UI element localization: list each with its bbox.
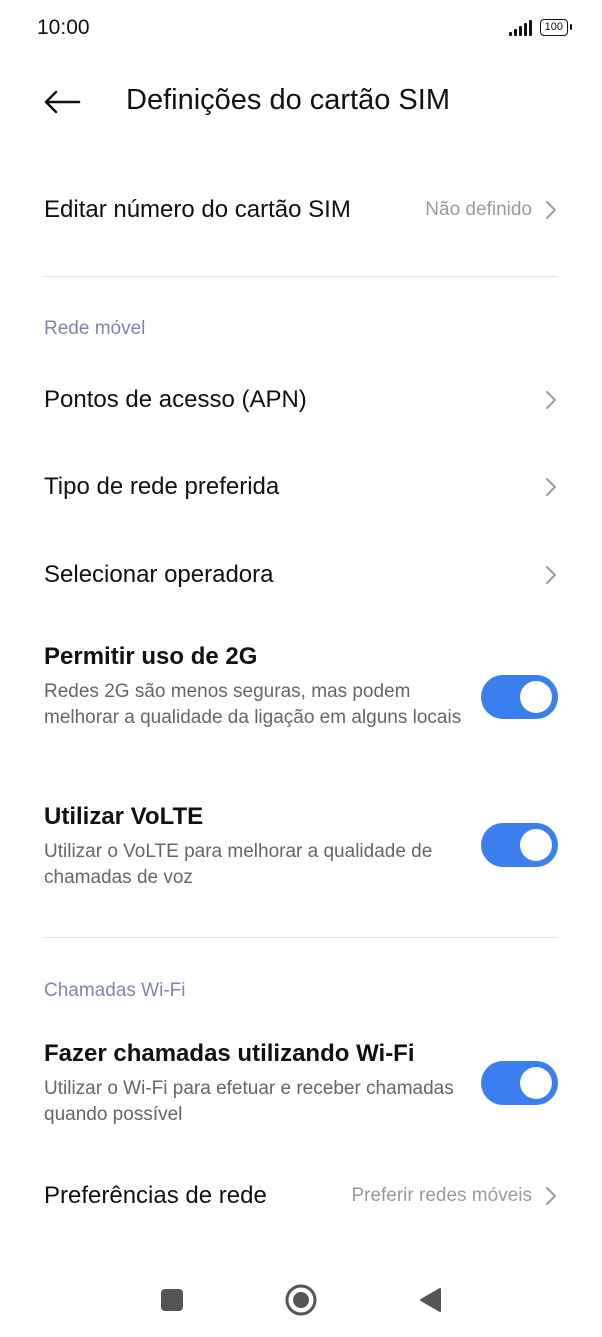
divider <box>44 276 558 277</box>
back-triangle-icon <box>420 1288 441 1312</box>
app-header: Definições do cartão SIM <box>0 70 602 136</box>
operator-chevron-wrap <box>544 564 558 586</box>
select-operator-item[interactable]: Selecionar operadora <box>44 555 558 595</box>
battery-level: 100 <box>544 21 563 33</box>
allow-2g-subtitle: Redes 2G são menos seguras, mas podem me… <box>44 681 462 728</box>
system-navigation-bar <box>0 1270 602 1330</box>
select-operator-label: Selecionar operadora <box>44 561 274 588</box>
volte-subtitle: Utilizar o VoLTE para melhorar a qualida… <box>44 841 433 888</box>
wifi-calling-subtitle: Utilizar o Wi-Fi para efetuar e receber … <box>44 1078 454 1125</box>
volte-item: Utilizar VoLTE Utilizar o VoLTE para mel… <box>44 803 558 891</box>
allow-2g-toggle[interactable] <box>481 675 558 719</box>
edit-sim-number-value-wrap: Não definido <box>425 199 558 221</box>
status-bar: 10:00 100 <box>0 0 602 60</box>
preferred-network-type-label: Tipo de rede preferida <box>44 473 280 500</box>
preferred-network-type-item[interactable]: Tipo de rede preferida <box>44 467 558 507</box>
network-preferences-label: Preferências de rede <box>44 1182 267 1209</box>
chevron-right-icon <box>546 201 556 219</box>
wifi-calling-item: Fazer chamadas utilizando Wi-Fi Utilizar… <box>44 1040 558 1128</box>
toggle-knob <box>520 829 552 861</box>
chevron-right-icon <box>546 1187 556 1205</box>
recents-square-icon <box>161 1289 183 1311</box>
wifi-calling-toggle[interactable] <box>481 1061 558 1105</box>
network-preferences-value-wrap: Preferir redes móveis <box>351 1185 558 1207</box>
edit-sim-number-value: Não definido <box>425 199 532 220</box>
allow-2g-title: Permitir uso de 2G <box>44 643 258 670</box>
recents-button[interactable] <box>152 1282 192 1318</box>
status-time: 10:00 <box>37 16 90 39</box>
battery-icon: 100 <box>539 19 573 36</box>
status-icons: 100 <box>508 19 573 36</box>
section-label-mobile-network: Rede móvel <box>44 318 146 339</box>
volte-toggle[interactable] <box>481 823 558 867</box>
page-title: Definições do cartão SIM <box>126 84 450 116</box>
home-circle-icon <box>285 1284 317 1316</box>
wifi-calling-title: Fazer chamadas utilizando Wi-Fi <box>44 1040 415 1067</box>
home-button[interactable] <box>281 1282 321 1318</box>
apn-item[interactable]: Pontos de acesso (APN) <box>44 380 558 420</box>
edit-sim-number-item[interactable]: Editar número do cartão SIM Não definido <box>44 190 558 230</box>
signal-icon <box>508 19 532 36</box>
apn-chevron-wrap <box>544 389 558 411</box>
network-preferences-item[interactable]: Preferências de rede Preferir redes móve… <box>44 1176 558 1216</box>
arrow-left-icon <box>44 90 81 114</box>
section-label-wifi-calling: Chamadas Wi-Fi <box>44 980 186 1001</box>
toggle-knob <box>520 681 552 713</box>
edit-sim-number-label: Editar número do cartão SIM <box>44 196 351 223</box>
apn-label: Pontos de acesso (APN) <box>44 386 307 413</box>
chevron-right-icon <box>546 478 556 496</box>
network-preferences-value: Preferir redes móveis <box>351 1185 532 1206</box>
chevron-right-icon <box>546 566 556 584</box>
chevron-right-icon <box>546 391 556 409</box>
back-button[interactable] <box>40 84 84 120</box>
volte-title: Utilizar VoLTE <box>44 803 204 830</box>
allow-2g-item: Permitir uso de 2G Redes 2G são menos se… <box>44 643 558 731</box>
divider <box>44 937 558 938</box>
network-type-chevron-wrap <box>544 476 558 498</box>
system-back-button[interactable] <box>410 1282 450 1318</box>
toggle-knob <box>520 1067 552 1099</box>
